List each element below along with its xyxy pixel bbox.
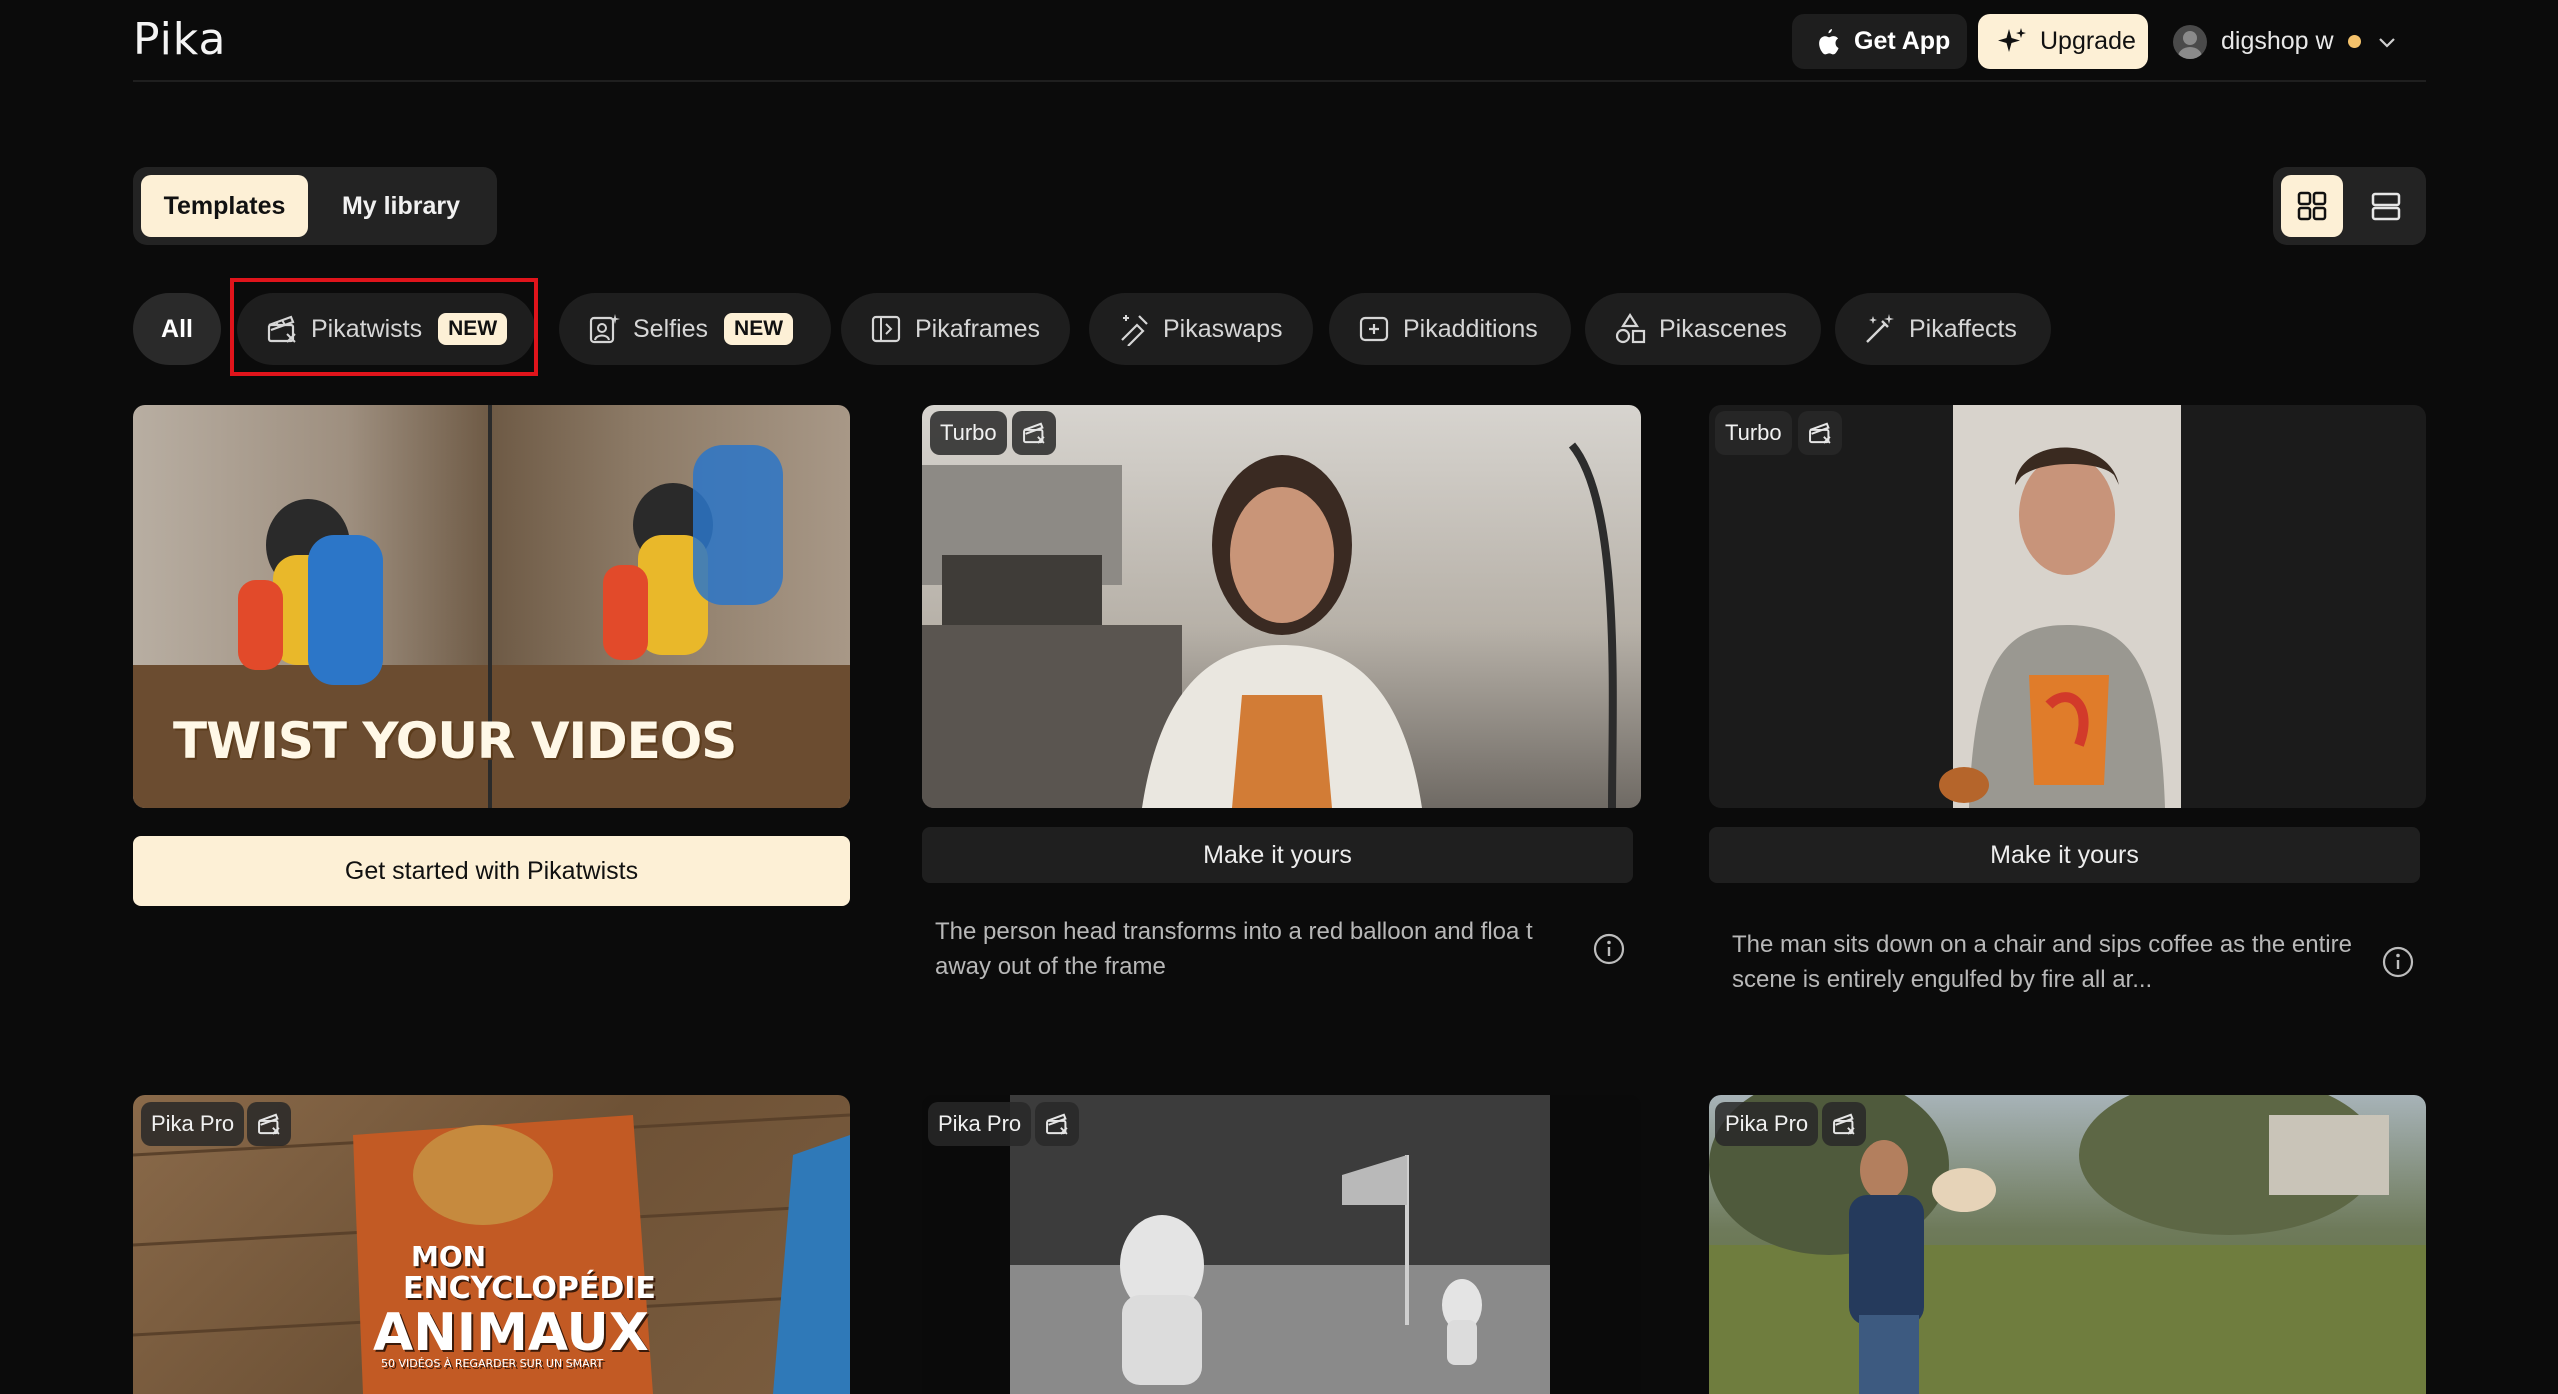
pika-pro-badge: Pika Pro <box>1715 1102 1819 1146</box>
filter-selfies[interactable]: Selfies NEW <box>559 293 831 365</box>
make-it-yours-button[interactable]: Make it yours <box>922 827 1633 883</box>
turbo-badge: Turbo <box>1715 411 1792 455</box>
upgrade-label: Upgrade <box>2040 27 2136 55</box>
filter-label: Pikascenes <box>1659 314 1787 343</box>
clapperboard-icon <box>267 315 296 343</box>
clapperboard-icon <box>1833 1113 1855 1135</box>
chevron-down-icon <box>2378 37 2395 48</box>
get-app-label: Get App <box>1854 27 1951 55</box>
man-selfie-illustration <box>1939 405 2181 808</box>
username: digshop w <box>2221 27 2334 55</box>
filter-pikaffects[interactable]: Pikaffects <box>1835 293 2051 365</box>
book-title-line3: ANIMAUX <box>373 1303 649 1363</box>
get-started-pikatwists-button[interactable]: Get started with Pikatwists <box>133 836 850 906</box>
filter-label: Pikadditions <box>1403 314 1538 343</box>
sparkle-icon <box>1998 27 2026 52</box>
filter-pikadditions[interactable]: Pikadditions <box>1329 293 1571 365</box>
magic-wand-icon <box>1866 314 1894 343</box>
book-subtitle: 50 VIDÉOS À REGARDER SUR UN SMART <box>381 1357 604 1370</box>
get-app-button[interactable]: Get App <box>1792 14 1967 69</box>
pikatwists-preview[interactable]: TWIST YOUR VIDEOS <box>133 405 850 808</box>
new-badge: NEW <box>724 313 794 345</box>
status-dot <box>2347 35 2361 48</box>
filter-pikascenes[interactable]: Pikascenes <box>1585 293 1821 365</box>
moon-template-preview[interactable]: Pika Pro <box>922 1095 1641 1394</box>
filter-pikatwists[interactable]: Pikatwists NEW <box>237 293 535 365</box>
clapperboard-icon <box>258 1113 280 1135</box>
twist-badge <box>1035 1102 1079 1146</box>
list-view-button[interactable] <box>2355 175 2417 237</box>
book-template-preview[interactable]: MON ENCYCLOPÉDIE ANIMAUX 50 VIDÉOS À REG… <box>133 1095 850 1394</box>
filter-label: All <box>161 314 193 343</box>
frame-icon <box>871 315 901 343</box>
library-toggle: Templates My library <box>133 167 497 245</box>
filter-label: Selfies <box>633 314 709 343</box>
make-it-yours-button[interactable]: Make it yours <box>1709 827 2420 883</box>
pika-logo[interactable]: Pika <box>133 14 226 65</box>
info-icon[interactable] <box>1592 932 1626 966</box>
twist-your-videos-text: TWIST YOUR VIDEOS <box>173 712 737 770</box>
grid-view-button[interactable] <box>2281 175 2343 237</box>
book-title-line2: ENCYCLOPÉDIE <box>403 1271 656 1306</box>
outdoor-template-preview[interactable]: Pika Pro <box>1709 1095 2426 1394</box>
filter-label: Pikaffects <box>1909 314 2017 343</box>
clapperboard-icon <box>1046 1113 1068 1135</box>
view-toggle <box>2273 167 2426 245</box>
tab-my-library[interactable]: My library <box>313 175 489 237</box>
info-icon[interactable] <box>2381 945 2415 979</box>
swap-icon <box>1121 315 1148 346</box>
pika-pro-badge: Pika Pro <box>141 1102 245 1146</box>
avatar <box>2173 24 2207 59</box>
add-icon <box>1359 316 1389 342</box>
template-description: The person head transforms into a red ba… <box>935 918 1533 980</box>
upgrade-button[interactable]: Upgrade <box>1978 14 2148 69</box>
woman-selfie-illustration <box>922 442 1617 808</box>
apple-icon <box>1819 28 1839 54</box>
filter-all[interactable]: All <box>133 293 221 365</box>
fire-template-preview[interactable]: Turbo <box>1709 405 2426 808</box>
twist-badge <box>1822 1102 1866 1146</box>
tab-templates[interactable]: Templates <box>141 175 308 237</box>
twist-badge <box>247 1102 291 1146</box>
top-header: Pika Get App Upgrade digshop w <box>133 0 2426 82</box>
filter-label: Pikaswaps <box>1163 314 1283 343</box>
twist-badge <box>1012 411 1056 455</box>
clapperboard-icon <box>1023 422 1045 444</box>
user-menu[interactable]: digshop w <box>2173 14 2399 69</box>
template-description: The man sits down on a chair and sips co… <box>1732 931 2352 993</box>
filter-pikaframes[interactable]: Pikaframes <box>841 293 1070 365</box>
shapes-icon <box>1615 312 1646 344</box>
twist-badge <box>1798 411 1842 455</box>
clapperboard-icon <box>1809 422 1831 444</box>
filter-pikaswaps[interactable]: Pikaswaps <box>1089 293 1313 365</box>
pika-pro-badge: Pika Pro <box>928 1102 1032 1146</box>
filter-label: Pikatwists <box>311 314 423 343</box>
grid-icon <box>2297 191 2327 221</box>
balloon-template-preview[interactable]: Turbo <box>922 405 1641 808</box>
turbo-badge: Turbo <box>930 411 1007 455</box>
pika-app: Pika Get App Upgrade digshop w Templates <box>0 0 2558 1394</box>
book-title-line1: MON <box>411 1240 487 1273</box>
selfie-icon <box>589 314 620 344</box>
filter-label: Pikaframes <box>915 314 1041 343</box>
list-icon <box>2371 192 2401 221</box>
new-badge: NEW <box>438 313 508 345</box>
